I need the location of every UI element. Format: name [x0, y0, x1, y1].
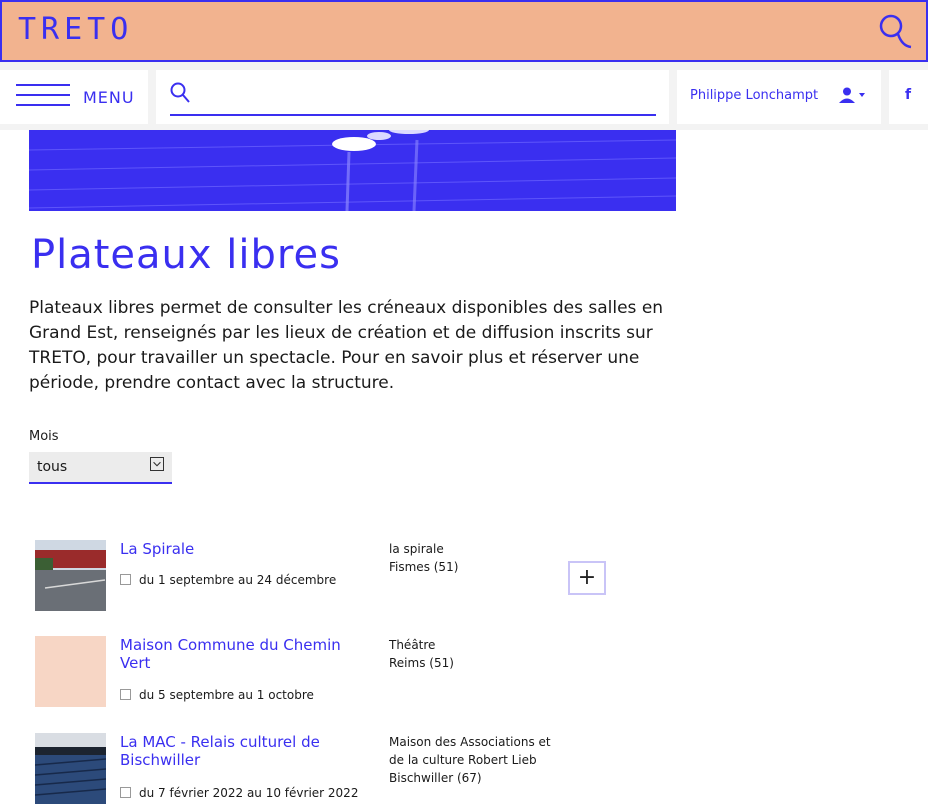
venue-thumbnail [35, 636, 106, 707]
calendar-icon [120, 787, 131, 798]
venue-title[interactable]: Maison Commune du Chemin Vert [120, 636, 350, 672]
venue-place: la spirale Fismes (51) [389, 540, 559, 576]
list-item: La MAC - Relais culturel de Bischwiller … [35, 733, 635, 805]
date-range: du 1 septembre au 24 décembre [120, 573, 336, 587]
month-filter-label: Mois [29, 429, 59, 444]
search-icon[interactable] [170, 82, 190, 104]
search-field [170, 78, 656, 116]
venue-thumbnail [35, 540, 106, 611]
venue-place: Maison des Associations et de la culture… [389, 733, 559, 787]
user-name: Philippe Lonchampt [690, 88, 819, 103]
date-text: du 7 février 2022 au 10 février 2022 [139, 786, 359, 800]
place-line: Maison des Associations et [389, 735, 551, 749]
month-select-value: tous [37, 459, 68, 475]
place-line: Théâtre [389, 638, 436, 652]
nav-bar: MENU Philippe Lonchampt f [0, 62, 928, 130]
date-range: du 7 février 2022 au 10 février 2022 [120, 786, 358, 800]
search-input[interactable] [206, 78, 650, 114]
place-line: la spirale [389, 542, 444, 556]
place-line: Bischwiller (67) [389, 771, 482, 785]
user-icon [839, 87, 865, 103]
brand-bar: TRETO [0, 0, 928, 62]
expand-button[interactable]: + [568, 561, 606, 595]
place-line: Fismes (51) [389, 560, 459, 574]
banner-image [29, 130, 676, 211]
menu-label: MENU [83, 88, 135, 107]
search-icon[interactable] [878, 14, 912, 50]
date-text: du 1 septembre au 24 décembre [139, 573, 337, 587]
place-line: de la culture Robert Lieb [389, 753, 537, 767]
venue-title[interactable]: La Spirale [120, 540, 350, 558]
page-intro: Plateaux libres permet de consulter les … [29, 298, 664, 393]
date-range: du 5 septembre au 1 octobre [120, 688, 314, 702]
facebook-link[interactable]: f [889, 70, 928, 124]
venue-thumbnail [35, 733, 106, 804]
search-bar [156, 70, 669, 124]
venue-title[interactable]: La MAC - Relais culturel de Bischwiller [120, 733, 350, 769]
venue-place: Théâtre Reims (51) [389, 636, 559, 672]
date-text: du 5 septembre au 1 octobre [139, 688, 314, 702]
page-title: Plateaux libres [31, 232, 341, 278]
calendar-icon [120, 574, 131, 585]
menu-button[interactable]: MENU [0, 70, 148, 124]
list-item: La Spirale du 1 septembre au 24 décembre… [35, 540, 635, 612]
list-item: Maison Commune du Chemin Vert du 5 septe… [35, 636, 635, 708]
hamburger-icon [16, 84, 70, 114]
calendar-icon [120, 689, 131, 700]
place-line: Reims (51) [389, 656, 454, 670]
brand-logo[interactable]: TRETO [18, 12, 133, 47]
facebook-icon: f [905, 87, 912, 103]
chevron-down-icon [150, 457, 164, 471]
user-menu[interactable]: Philippe Lonchampt [677, 70, 881, 124]
month-select[interactable]: tous [29, 452, 172, 484]
